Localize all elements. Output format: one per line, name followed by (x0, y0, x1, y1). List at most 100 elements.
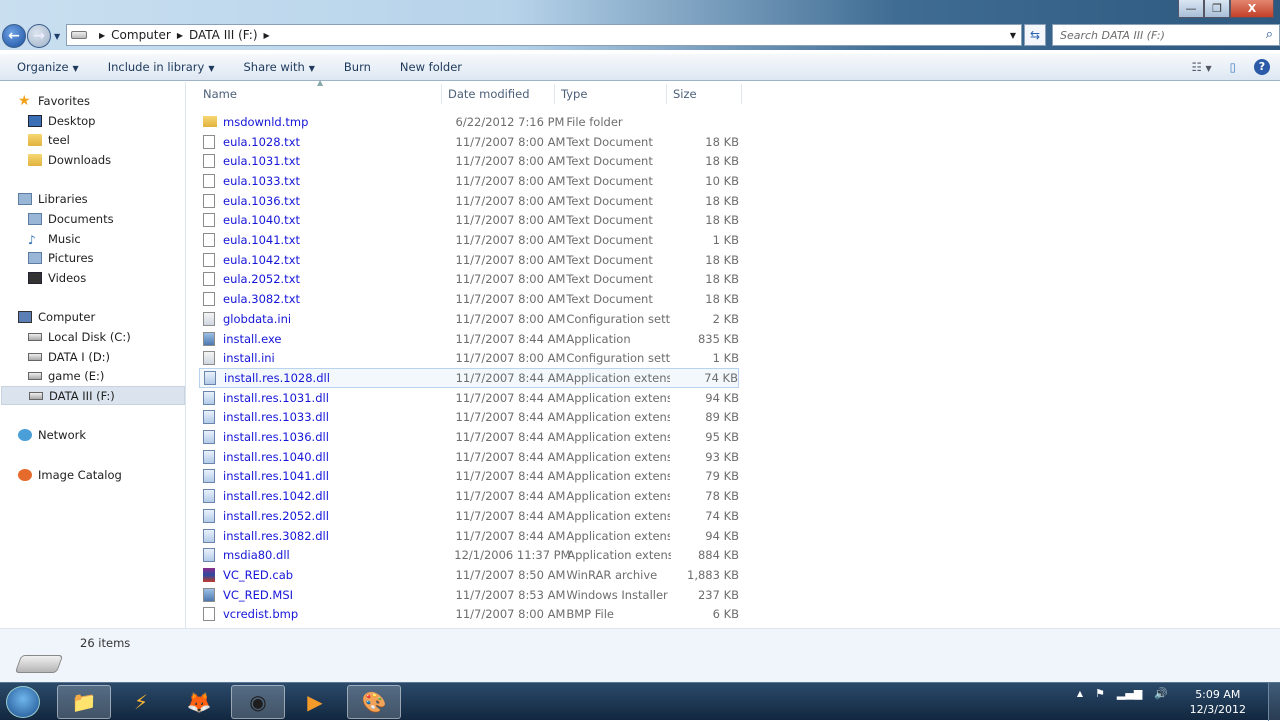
sidebar-item-teel[interactable]: teel (28, 130, 70, 149)
file-row[interactable]: VC_RED.MSI 11/7/2007 8:53 AM Windows Ins… (199, 585, 739, 605)
sidebar-item-data-iii-f[interactable]: DATA III (F:) (1, 386, 185, 405)
close-button[interactable]: X (1230, 0, 1274, 18)
maximize-button[interactable]: ❐ (1204, 0, 1230, 18)
column-header-date[interactable]: Date modified (442, 84, 555, 104)
file-type: Text Document (566, 292, 653, 307)
sidebar-item-downloads[interactable]: Downloads (28, 150, 111, 169)
breadcrumb-computer[interactable]: Computer (111, 28, 171, 42)
address-dropdown-icon[interactable]: ▼ (1010, 31, 1016, 40)
column-header-name[interactable]: Name (197, 84, 442, 104)
sidebar-item-documents[interactable]: Documents (28, 209, 114, 228)
file-row[interactable]: eula.1036.txt 11/7/2007 8:00 AM Text Doc… (199, 191, 739, 211)
preview-pane-icon[interactable]: ▯ (1230, 60, 1236, 74)
file-row[interactable]: vcredist.bmp 11/7/2007 8:00 AM BMP File … (199, 605, 739, 625)
command-bar: Organize ▼ Include in library ▼ Share with… (0, 54, 1280, 81)
file-row[interactable]: eula.1040.txt 11/7/2007 8:00 AM Text Doc… (199, 211, 739, 231)
winamp-taskbar-icon[interactable]: ⚡ (114, 685, 168, 719)
breadcrumb-chevron-icon[interactable]: ▶ (264, 31, 270, 40)
file-name: install.res.1031.dll (223, 390, 329, 405)
media-player-taskbar-icon[interactable]: ▶ (288, 685, 342, 719)
file-row[interactable]: install.res.1028.dll 11/7/2007 8:44 AM A… (199, 368, 739, 388)
file-row[interactable]: install.res.1042.dll 11/7/2007 8:44 AM A… (199, 486, 739, 506)
sidebar-favorites[interactable]: ★ Favorites (18, 91, 90, 110)
file-row[interactable]: msdownld.tmp 6/22/2012 7:16 PM File fold… (199, 112, 739, 132)
sidebar-network[interactable]: Network (18, 425, 86, 444)
minimize-button[interactable]: — (1178, 0, 1204, 18)
back-button[interactable]: ← (2, 24, 26, 48)
file-size: 18 KB (705, 272, 740, 287)
file-size: 89 KB (705, 410, 740, 425)
file-row[interactable]: eula.3082.txt 11/7/2007 8:00 AM Text Doc… (199, 289, 739, 309)
show-hidden-icons[interactable]: ▲ (1077, 689, 1083, 698)
forward-button[interactable]: → (27, 24, 51, 48)
file-row[interactable]: eula.1028.txt 11/7/2007 8:00 AM Text Doc… (199, 132, 739, 152)
column-header-size[interactable]: Size (667, 84, 742, 104)
sidebar-computer[interactable]: Computer (18, 307, 95, 326)
file-row[interactable]: install.res.1033.dll 11/7/2007 8:44 AM A… (199, 408, 739, 428)
file-name: install.res.2052.dll (223, 508, 329, 523)
sidebar-item-game-e[interactable]: game (E:) (28, 366, 104, 385)
file-type: Text Document (566, 154, 653, 169)
file-name: globdata.ini (223, 311, 292, 326)
address-bar[interactable]: ▶ Computer ▶ DATA III (F:) ▶ ▼ (66, 24, 1022, 46)
ini-file-icon (203, 351, 215, 366)
breadcrumb-data-iii[interactable]: DATA III (F:) (189, 28, 258, 42)
share-with-button[interactable]: Share with ▼ (227, 60, 327, 74)
file-size: 95 KB (705, 430, 740, 445)
file-type: Text Document (566, 272, 653, 287)
file-row[interactable]: eula.1033.txt 11/7/2007 8:00 AM Text Doc… (199, 171, 739, 191)
explorer-taskbar-icon[interactable]: 📁 (57, 685, 111, 719)
file-name: install.res.1033.dll (223, 410, 329, 425)
file-row[interactable]: install.res.1036.dll 11/7/2007 8:44 AM A… (199, 427, 739, 447)
recent-pages-dropdown[interactable]: ▼ (54, 32, 60, 41)
sidebar-item-data-i-d[interactable]: DATA I (D:) (28, 347, 110, 366)
file-row[interactable]: eula.1031.txt 11/7/2007 8:00 AM Text Doc… (199, 151, 739, 171)
file-date: 11/7/2007 8:00 AM (455, 272, 566, 287)
file-row[interactable]: eula.1042.txt 11/7/2007 8:00 AM Text Doc… (199, 250, 739, 270)
action-center-flag-icon[interactable]: ⚑ (1095, 687, 1105, 700)
file-row[interactable]: install.res.1040.dll 11/7/2007 8:44 AM A… (199, 447, 739, 467)
computer-icon (18, 310, 32, 323)
include-in-library-button[interactable]: Include in library ▼ (91, 60, 227, 74)
sidebar-item-pictures[interactable]: Pictures (28, 248, 94, 267)
file-row[interactable]: install.res.1031.dll 11/7/2007 8:44 AM A… (199, 388, 739, 408)
dll-file-icon (203, 489, 215, 504)
file-row[interactable]: eula.1041.txt 11/7/2007 8:00 AM Text Doc… (199, 230, 739, 250)
paint-taskbar-icon[interactable]: 🎨 (347, 685, 401, 719)
sidebar-item-videos[interactable]: Videos (28, 268, 86, 287)
help-icon[interactable]: ? (1254, 59, 1270, 75)
burn-button[interactable]: Burn (327, 60, 383, 74)
view-options-icon[interactable]: ☷ ▼ (1192, 60, 1212, 74)
breadcrumb-chevron-icon[interactable]: ▶ (177, 31, 183, 40)
sidebar-item-desktop[interactable]: Desktop (28, 111, 95, 130)
file-row[interactable]: VC_RED.cab 11/7/2007 8:50 AM WinRAR arch… (199, 565, 739, 585)
sidebar-item-local-disk-c[interactable]: Local Disk (C:) (28, 327, 131, 346)
clock[interactable]: 5:09 AM 12/3/2012 (1190, 687, 1246, 717)
firefox-taskbar-icon[interactable]: 🦊 (172, 685, 226, 719)
chrome-taskbar-icon[interactable]: ◉ (231, 685, 285, 719)
file-row[interactable]: install.ini 11/7/2007 8:00 AM Configurat… (199, 348, 739, 368)
start-button[interactable] (6, 686, 40, 718)
refresh-button[interactable]: ⇆ (1024, 24, 1046, 46)
volume-icon[interactable]: 🔊 (1154, 687, 1168, 700)
file-row[interactable]: install.res.2052.dll 11/7/2007 8:44 AM A… (199, 506, 739, 526)
file-row[interactable]: eula.2052.txt 11/7/2007 8:00 AM Text Doc… (199, 270, 739, 290)
file-name: eula.1028.txt (223, 134, 301, 149)
organize-button[interactable]: Organize ▼ (0, 60, 91, 74)
file-row[interactable]: install.res.3082.dll 11/7/2007 8:44 AM A… (199, 526, 739, 546)
show-desktop-button[interactable] (1268, 683, 1280, 721)
file-row[interactable]: install.exe 11/7/2007 8:44 AM Applicatio… (199, 329, 739, 349)
file-row[interactable]: msdia80.dll 12/1/2006 11:37 PM Applicati… (199, 545, 739, 565)
sidebar-libraries[interactable]: Libraries (18, 189, 88, 208)
new-folder-button[interactable]: New folder (383, 60, 474, 74)
file-row[interactable]: globdata.ini 11/7/2007 8:00 AM Configura… (199, 309, 739, 329)
file-date: 12/1/2006 11:37 PM (454, 548, 571, 563)
search-input[interactable]: Search DATA III (F:) ⌕ (1052, 24, 1280, 46)
network-signal-icon[interactable]: ▂▄▆ (1117, 687, 1142, 700)
search-icon[interactable]: ⌕ (1266, 27, 1273, 42)
file-row[interactable]: install.res.1041.dll 11/7/2007 8:44 AM A… (199, 467, 739, 487)
sidebar-item-music[interactable]: ♪ Music (28, 229, 81, 248)
breadcrumb-chevron-icon[interactable]: ▶ (99, 31, 105, 40)
sidebar-image-catalog[interactable]: Image Catalog (18, 465, 122, 484)
column-header-type[interactable]: Type (555, 84, 667, 104)
